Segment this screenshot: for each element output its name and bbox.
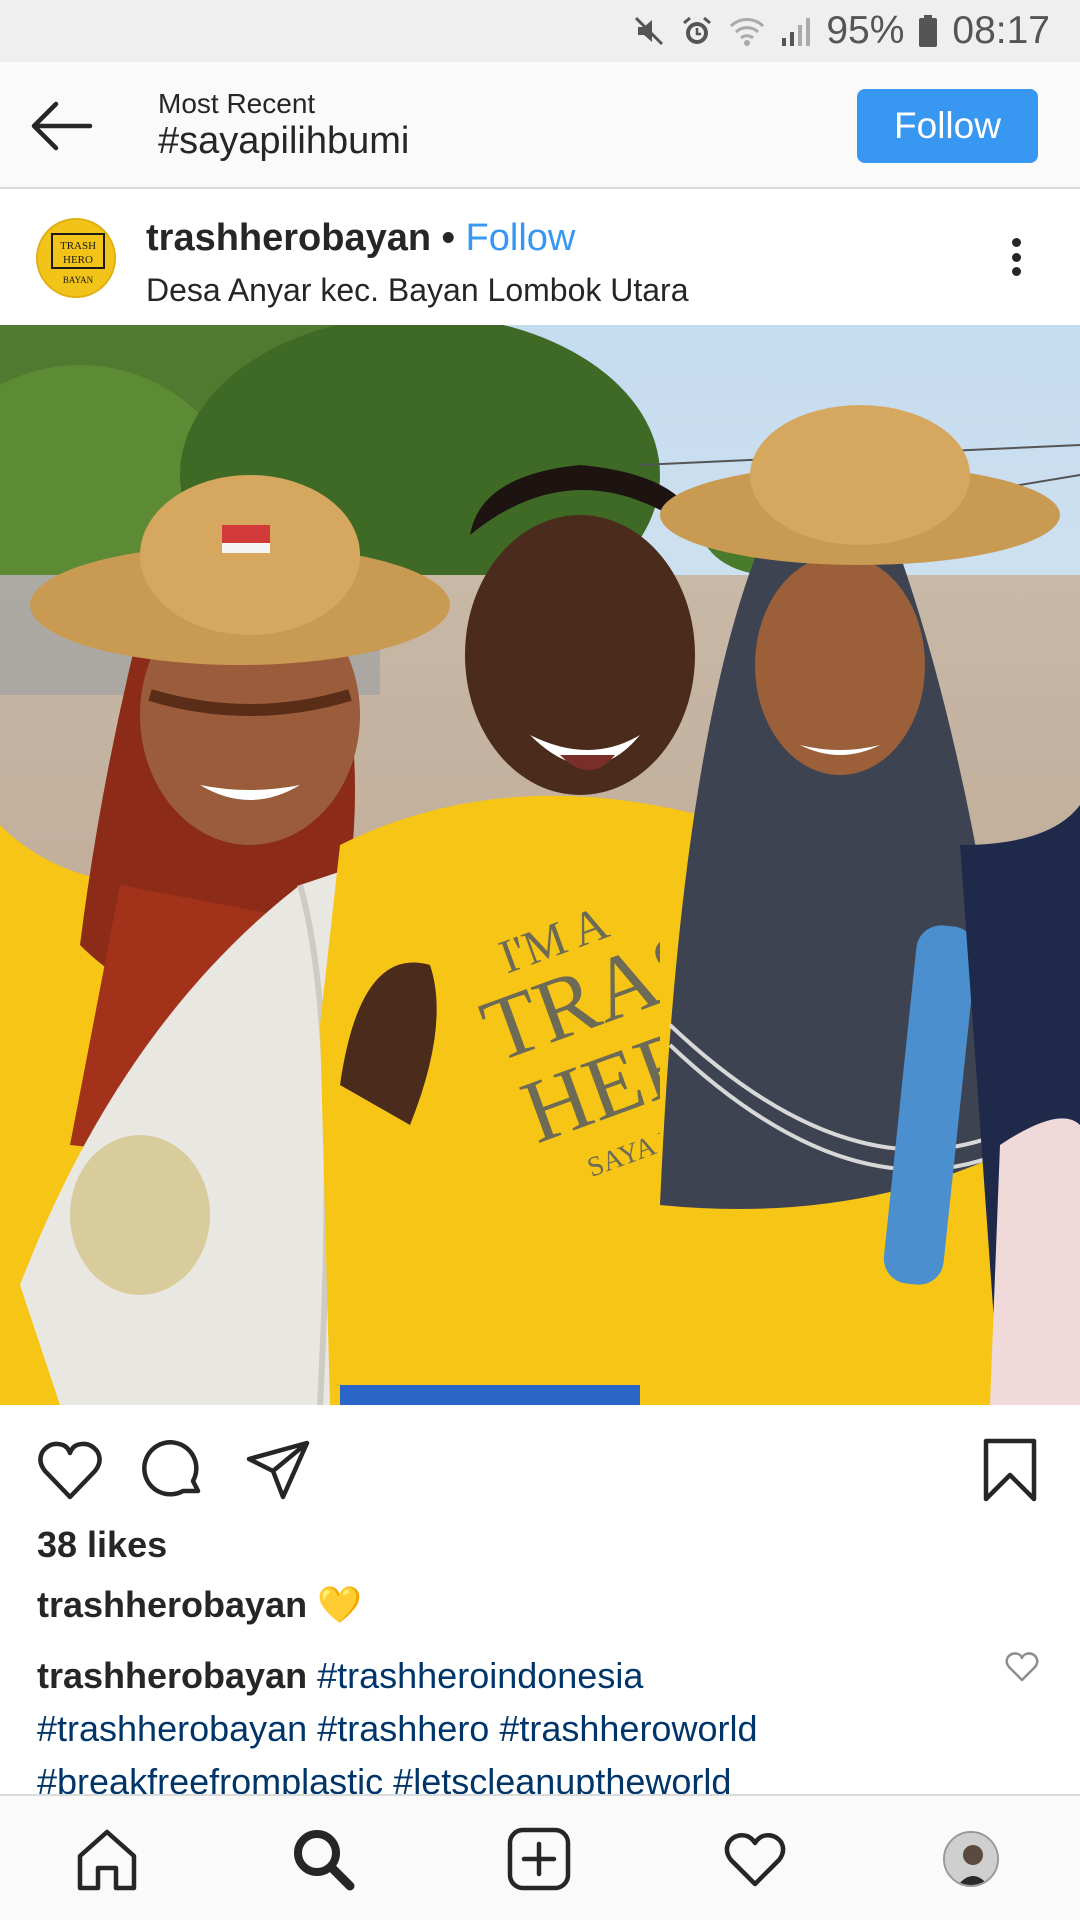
post-username-row: trashherobayan • Follow (146, 217, 575, 260)
comment-username[interactable]: trashherobayan (37, 1655, 307, 1696)
more-options-button[interactable] (998, 232, 1034, 282)
nav-profile[interactable] (936, 1824, 1006, 1894)
follow-hashtag-button[interactable]: Follow (857, 89, 1038, 163)
trash-hero-logo: TRASH HERO BAYAN (38, 220, 114, 296)
back-button[interactable] (26, 98, 96, 154)
small-heart-icon (1005, 1652, 1039, 1682)
caption: trashherobayan 💛 (37, 1584, 362, 1626)
like-button[interactable] (35, 1435, 105, 1505)
hashtag-link[interactable]: #trashheroindonesia (317, 1655, 643, 1696)
battery-icon (918, 14, 938, 48)
svg-text:HERO: HERO (63, 254, 93, 266)
separator-dot: • (441, 217, 455, 259)
svg-text:TRASH: TRASH (60, 240, 96, 252)
battery-percent: 95% (826, 9, 905, 52)
more-dot (1011, 238, 1021, 247)
post-header: TRASH HERO BAYAN trashherobayan • Follow… (0, 191, 1080, 325)
nav-new-post[interactable] (504, 1824, 574, 1894)
more-dot (1011, 252, 1021, 262)
activity-icon (724, 1833, 786, 1887)
back-arrow-icon (31, 101, 93, 151)
hashtag-title: #sayapilihbumi (158, 120, 410, 162)
post-location[interactable]: Desa Anyar kec. Bayan Lombok Utara (146, 272, 689, 309)
comment-button[interactable] (138, 1435, 208, 1505)
likes-count[interactable]: 38 likes (37, 1524, 167, 1566)
nav-search[interactable] (288, 1824, 358, 1894)
save-button[interactable] (976, 1435, 1046, 1505)
search-icon (294, 1830, 355, 1891)
wifi-icon (728, 14, 766, 48)
user-avatar[interactable]: TRASH HERO BAYAN (36, 218, 116, 298)
photo-illustration: I'M A TRAS HER SAYA PAHLA (0, 325, 1080, 1405)
comment-icon (142, 1440, 201, 1497)
add-icon (507, 1827, 571, 1891)
hashtag-link[interactable]: #trashherobayan (37, 1708, 307, 1749)
alarm-icon (680, 14, 714, 48)
comment-like-button[interactable] (1004, 1650, 1040, 1684)
feed-sort-label: Most Recent (158, 88, 316, 119)
hashtag-link[interactable]: #trashheroworld (499, 1708, 757, 1749)
post-username[interactable]: trashherobayan (146, 217, 431, 259)
bookmark-icon (983, 1438, 1037, 1502)
caption-username[interactable]: trashherobayan (37, 1584, 307, 1625)
hashtag-header: Most Recent #sayapilihbumi Follow (0, 62, 1080, 189)
share-icon (246, 1440, 310, 1500)
nav-home[interactable] (72, 1824, 142, 1894)
status-bar: 95% 08:17 (0, 0, 1080, 62)
post-actions (0, 1405, 1080, 1525)
signal-icon (780, 14, 812, 48)
share-button[interactable] (243, 1435, 313, 1505)
follow-user-link[interactable]: Follow (466, 217, 576, 259)
profile-photo (945, 1833, 997, 1885)
svg-text:BAYAN: BAYAN (63, 275, 94, 285)
profile-avatar (943, 1831, 999, 1887)
hashtag-link[interactable]: #trashhero (317, 1708, 489, 1749)
heart-icon (38, 1441, 102, 1500)
post-photo[interactable]: I'M A TRAS HER SAYA PAHLA (0, 325, 1080, 1405)
bottom-nav (0, 1794, 1080, 1920)
home-icon (77, 1829, 137, 1891)
clock: 08:17 (952, 9, 1050, 52)
nav-activity[interactable] (720, 1824, 790, 1894)
mute-icon (632, 14, 666, 48)
comment: trashherobayan #trashheroindonesia #tras… (37, 1649, 987, 1808)
more-dot (1011, 267, 1021, 276)
screen: 95% 08:17 Most Recent #sayapilihbumi Fol… (0, 0, 1080, 1920)
yellow-heart-emoji: 💛 (317, 1584, 362, 1625)
